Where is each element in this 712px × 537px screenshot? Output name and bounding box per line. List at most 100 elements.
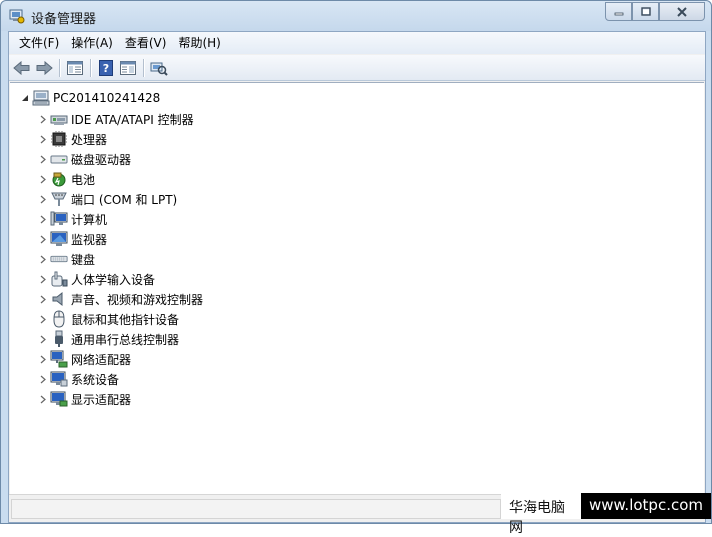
device-manager-window: 设备管理器 文件(F) 操作(A) 查看(V) 帮助(H) ? PC201410…: [0, 0, 712, 536]
computer-name-label: PC201410241428: [53, 91, 161, 105]
tree-item[interactable]: 端口 (COM 和 LPT): [38, 189, 177, 209]
maximize-icon: [640, 7, 651, 16]
tree-item[interactable]: 鼠标和其他指针设备: [38, 309, 179, 329]
scan-hardware-icon: [150, 62, 168, 76]
tree-item[interactable]: 声音、视频和游戏控制器: [38, 289, 203, 309]
display-adapter-icon: [50, 390, 68, 408]
tree-item-label: 系统设备: [71, 372, 120, 387]
battery-icon: [50, 170, 68, 188]
tree-root-node[interactable]: PC201410241428: [20, 89, 160, 107]
close-icon: [677, 6, 687, 17]
minimize-icon: [614, 12, 623, 15]
menu-action[interactable]: 操作(A): [65, 33, 119, 53]
mouse-icon: [50, 310, 68, 328]
tree-item-label: 人体学输入设备: [71, 272, 156, 287]
title-bar[interactable]: 设备管理器: [1, 1, 711, 31]
tree-item[interactable]: 磁盘驱动器: [38, 149, 131, 169]
tree-item-label: 处理器: [71, 132, 108, 147]
watermark-site-name: 华海电脑网: [501, 493, 581, 536]
collapse-arrow-icon[interactable]: [20, 94, 29, 103]
disk-drive-icon: [50, 150, 68, 168]
device-tree[interactable]: PC201410241428 IDE ATA/ATAPI 控制器 处理器磁盘驱动器…: [10, 82, 704, 494]
properties-pane-icon: [67, 60, 83, 75]
tree-item-label: 网络适配器: [71, 352, 132, 367]
show-hide-pane-button[interactable]: [117, 57, 139, 79]
forward-button[interactable]: [33, 57, 55, 79]
help-icon: ?: [99, 59, 113, 76]
properties-pane-button[interactable]: [64, 57, 86, 79]
toolbar-separator: [90, 58, 91, 77]
client-area: 文件(F) 操作(A) 查看(V) 帮助(H) ? PC201410241428…: [8, 31, 706, 523]
tree-item-label: 鼠标和其他指针设备: [71, 312, 180, 327]
forward-arrow-icon: [36, 60, 53, 75]
expand-arrow-icon[interactable]: [38, 235, 47, 244]
maximize-button[interactable]: [632, 2, 659, 21]
usb-icon: [50, 330, 68, 348]
toolbar-separator: [143, 58, 144, 77]
tree-item-label: 计算机: [71, 212, 108, 227]
expand-arrow-icon[interactable]: [38, 255, 47, 264]
watermark-url: www.lotpc.com: [581, 493, 711, 519]
help-button[interactable]: ?: [95, 57, 117, 79]
network-adapter-icon: [50, 350, 68, 368]
close-button[interactable]: [659, 2, 705, 21]
toolbar: ?: [9, 55, 705, 81]
expand-arrow-icon[interactable]: [38, 115, 47, 124]
processor-icon: [50, 130, 68, 148]
expand-arrow-icon[interactable]: [38, 335, 47, 344]
expand-arrow-icon[interactable]: [38, 215, 47, 224]
watermark: 华海电脑网 www.lotpc.com: [501, 493, 711, 536]
show-hide-pane-icon: [120, 60, 136, 75]
expand-arrow-icon[interactable]: [38, 295, 47, 304]
computer-monitor-icon: [50, 210, 68, 228]
tree-item-label: 监视器: [71, 232, 108, 247]
menu-bar: 文件(F) 操作(A) 查看(V) 帮助(H): [9, 32, 705, 54]
tree-item[interactable]: 键盘: [38, 249, 95, 269]
expand-arrow-icon[interactable]: [38, 395, 47, 404]
scan-hardware-button[interactable]: [148, 57, 170, 79]
expand-arrow-icon[interactable]: [38, 195, 47, 204]
menu-file[interactable]: 文件(F): [13, 33, 65, 53]
tree-item[interactable]: IDE ATA/ATAPI 控制器: [38, 109, 194, 129]
tree-item-label: IDE ATA/ATAPI 控制器: [71, 112, 194, 127]
monitor-icon: [50, 230, 68, 248]
tree-item[interactable]: 网络适配器: [38, 349, 131, 369]
tree-item[interactable]: 显示适配器: [38, 389, 131, 409]
svg-text:?: ?: [103, 62, 109, 75]
tree-item[interactable]: 计算机: [38, 209, 107, 229]
tree-item-label: 键盘: [71, 252, 96, 267]
expand-arrow-icon[interactable]: [38, 315, 47, 324]
tree-item[interactable]: 人体学输入设备: [38, 269, 155, 289]
tree-item-label: 磁盘驱动器: [71, 152, 132, 167]
back-button[interactable]: [11, 57, 33, 79]
menu-view[interactable]: 查看(V): [119, 33, 173, 53]
expand-arrow-icon[interactable]: [38, 275, 47, 284]
computer-icon: [32, 89, 50, 107]
tree-item-label: 显示适配器: [71, 392, 132, 407]
tree-item[interactable]: 系统设备: [38, 369, 119, 389]
menu-help[interactable]: 帮助(H): [172, 33, 226, 53]
tree-item-label: 端口 (COM 和 LPT): [71, 192, 178, 207]
port-icon: [50, 190, 68, 208]
tree-item[interactable]: 通用串行总线控制器: [38, 329, 179, 349]
window-title: 设备管理器: [31, 12, 97, 27]
speaker-icon: [50, 290, 68, 308]
system-devices-icon: [50, 370, 68, 388]
expand-arrow-icon[interactable]: [38, 375, 47, 384]
status-panel: [11, 499, 501, 519]
tree-item-label: 通用串行总线控制器: [71, 332, 180, 347]
expand-arrow-icon[interactable]: [38, 155, 47, 164]
tree-item-label: 电池: [71, 172, 96, 187]
toolbar-separator: [59, 58, 60, 77]
tree-item[interactable]: 处理器: [38, 129, 107, 149]
expand-arrow-icon[interactable]: [38, 135, 47, 144]
expand-arrow-icon[interactable]: [38, 175, 47, 184]
device-manager-app-icon: [9, 9, 25, 24]
tree-item[interactable]: 监视器: [38, 229, 107, 249]
ide-controller-icon: [50, 110, 68, 128]
hid-icon: [50, 270, 68, 288]
expand-arrow-icon[interactable]: [38, 355, 47, 364]
minimize-button[interactable]: [605, 2, 632, 21]
tree-item[interactable]: 电池: [38, 169, 95, 189]
keyboard-icon: [50, 250, 68, 268]
